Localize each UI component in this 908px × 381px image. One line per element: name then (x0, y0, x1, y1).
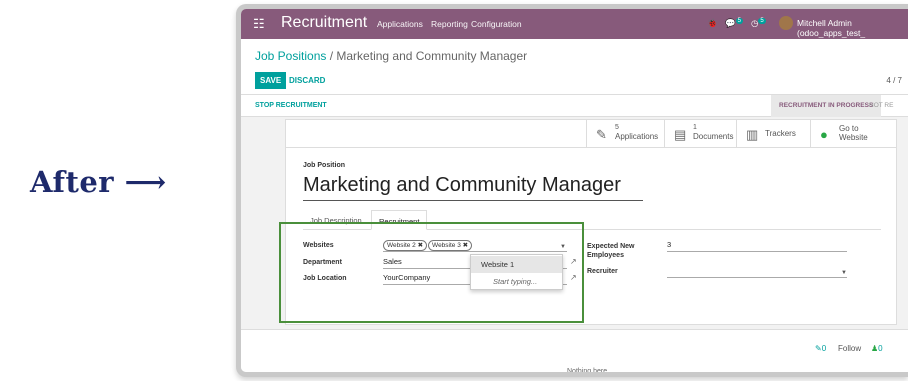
job-position-name[interactable]: Marketing and Community Manager (303, 174, 643, 201)
bug-icon[interactable]: 🐞 (707, 18, 718, 29)
stage-not-recruiting[interactable]: NOT RE (869, 102, 893, 109)
breadcrumb-job-positions[interactable]: Job Positions (255, 49, 326, 63)
document-icon: ▤ (674, 127, 687, 142)
go-to-website-button[interactable]: ● Go to Website (810, 120, 898, 148)
chatter-empty-text: Nothing here (567, 368, 608, 375)
chat-badge: 5 (735, 18, 743, 24)
expected-label-line1: Expected New (587, 243, 635, 250)
app-window: ☷ Recruitment Applications Reporting Con… (236, 4, 908, 377)
recruiter-label: Recruiter (587, 268, 618, 275)
activity-badge: 5 (758, 18, 766, 24)
chevron-down-icon[interactable]: ▼ (841, 270, 847, 276)
menu-applications[interactable]: Applications (377, 19, 423, 29)
paperclip-icon: ✎ (815, 344, 822, 353)
applications-label: Applications (615, 132, 659, 141)
avatar[interactable] (779, 16, 793, 30)
expected-label-line2: Employees (587, 252, 624, 259)
chat-icon[interactable]: 💬 5 (725, 18, 743, 29)
trackers-label: Trackers (765, 129, 796, 138)
applications-count: 5 (615, 124, 619, 131)
stat-buttons: ✎ 5 Applications ▤ 1 Documents ▥ Trackers … (286, 120, 896, 148)
menu-reporting[interactable]: Reporting (431, 19, 468, 29)
apps-grid-icon[interactable]: ☷ (253, 17, 267, 31)
activity-icon[interactable]: ◷ 5 (751, 18, 766, 29)
expected-employees-label: Expected New Employees (587, 242, 634, 260)
breadcrumb: Job Positions / Marketing and Community … (255, 49, 527, 63)
status-bar: STOP RECRUITMENT RECRUITMENT IN PROGRESS… (241, 95, 908, 117)
followers-button[interactable]: ✎0 (815, 344, 826, 353)
stage-in-progress[interactable]: RECRUITMENT IN PROGRESS (771, 95, 882, 117)
breadcrumb-current: Marketing and Community Manager (336, 49, 528, 63)
discard-button[interactable]: DISCARD (289, 76, 325, 85)
recruiter-field[interactable] (667, 266, 847, 278)
breadcrumb-separator: / (326, 49, 337, 63)
job-position-label: Job Position (303, 162, 345, 169)
save-button[interactable]: SAVE (255, 72, 287, 89)
documents-stat-button[interactable]: ▤ 1 Documents (664, 120, 736, 148)
globe-icon: ● (820, 127, 828, 142)
followers-count: 0 (821, 344, 827, 353)
website-line1: Go to (839, 124, 859, 133)
control-panel: Job Positions / Marketing and Community … (241, 39, 908, 95)
top-navbar: ☷ Recruitment Applications Reporting Con… (241, 9, 908, 39)
stop-recruitment-button[interactable]: STOP RECRUITMENT (255, 102, 327, 109)
members-button[interactable]: ♟0 (871, 344, 883, 353)
pager[interactable]: 4 / 7 (886, 76, 902, 85)
user-menu[interactable]: Mitchell Admin (odoo_apps_test_ (797, 18, 908, 38)
expected-employees-field[interactable]: 3 (667, 240, 847, 252)
documents-label: Documents (693, 132, 734, 141)
after-annotation: After ⟶ (30, 165, 167, 199)
members-count: 0 (878, 344, 883, 353)
website-line2: Website (839, 133, 868, 142)
menu-configuration[interactable]: Configuration (471, 19, 522, 29)
follow-button[interactable]: Follow (838, 344, 861, 353)
highlight-box (279, 222, 584, 323)
documents-count: 1 (693, 124, 697, 131)
app-name[interactable]: Recruitment (281, 14, 367, 32)
trackers-stat-button[interactable]: ▥ Trackers (736, 120, 810, 148)
bar-chart-icon: ▥ (746, 127, 759, 142)
applications-stat-button[interactable]: ✎ 5 Applications (586, 120, 664, 148)
pencil-icon: ✎ (596, 127, 607, 142)
chatter: ✎0 Follow ♟0 Nothing here (241, 329, 908, 375)
